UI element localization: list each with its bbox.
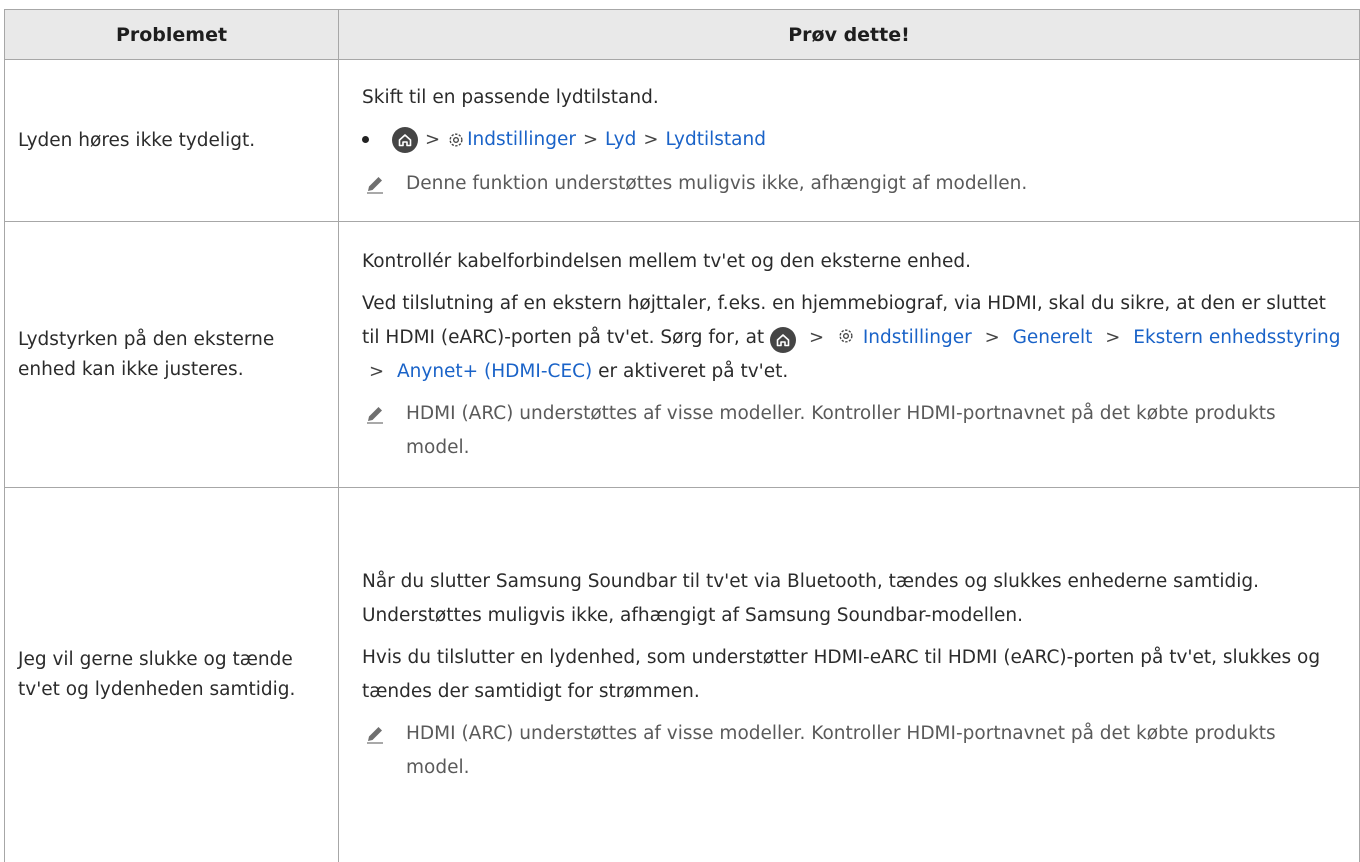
note-text: HDMI (ARC) understøttes af visse modelle… [406,402,1276,458]
solution-text: Kontrollér kabelforbindelsen mellem tv'e… [362,250,972,272]
gear-icon [839,328,853,343]
header-solution: Prøv dette! [338,9,1360,60]
note-text: HDMI (ARC) understøttes af visse modelle… [406,722,1276,778]
link-anynet[interactable]: Anynet+ (HDMI-CEC) [397,361,592,382]
path-separator: > [984,326,1000,348]
table-row: Lydstyrken på den eksterne enhed kan ikk… [4,221,1360,488]
link-indstillinger[interactable]: Indstillinger [863,327,972,348]
problem-cell: Lydstyrken på den eksterne enhed kan ikk… [4,221,339,488]
link-lyd[interactable]: Lyd [605,123,636,157]
note: Denne funktion understøttes muligvis ikk… [362,167,1345,201]
home-icon [392,126,418,153]
link-generelt[interactable]: Generelt [1013,327,1093,348]
path-separator: > [582,128,599,150]
pencil-icon [367,406,383,424]
link-lydtilstand[interactable]: Lydtilstand [665,123,766,157]
solution-text: Hvis du tilslutter en lydenhed, som unde… [362,646,1321,702]
sound-problems-table: Problemet Prøv dette! Lyden høres ikke t… [4,9,1360,862]
link-indstillinger[interactable]: Indstillinger [467,123,576,157]
solution-cell: Kontrollér kabelforbindelsen mellem tv'e… [338,221,1360,488]
problem-cell: Jeg vil gerne slukke og tænde tv'et og l… [4,487,339,862]
pencil-icon [367,726,383,744]
path-separator: > [369,360,385,382]
path-separator: > [808,326,825,348]
table-row: Jeg vil gerne slukke og tænde tv'et og l… [4,487,1360,862]
note: HDMI (ARC) understøttes af visse modelle… [362,397,1345,465]
problem-cell: Lyden høres ikke tydeligt. [4,59,339,222]
solution-text: Ved tilslutning af en ekstern højttaler,… [362,287,1345,389]
solution-text: Når du slutter Samsung Soundbar til tv'e… [362,570,1260,626]
path-separator: > [1105,326,1121,348]
bullet-dot [362,136,369,143]
path-separator: > [643,128,659,150]
home-icon [770,326,797,353]
pencil-icon [367,176,383,194]
table-row: Lyden høres ikke tydeligt. Skift til en … [4,59,1360,222]
link-ekstern-enhedsstyring[interactable]: Ekstern enhedsstyring [1133,327,1340,348]
solution-text: Skift til en passende lydtilstand. [362,86,659,108]
solution-text-part: er aktiveret på tv'et. [598,360,789,382]
note: HDMI (ARC) understøttes af visse modelle… [362,717,1345,785]
header-problem: Problemet [4,9,339,60]
gear-icon [449,132,463,147]
table-header-row: Problemet Prøv dette! [4,9,1360,60]
troubleshooting-table: Problemet Prøv dette! Lyden høres ikke t… [4,9,1360,862]
path-separator: > [425,128,441,150]
menu-path: > Indstillinger > Lyd > Lydtilstand [362,123,1345,157]
note-text: Denne funktion understøttes muligvis ikk… [406,172,1028,194]
solution-cell: Skift til en passende lydtilstand. > Ind… [338,59,1360,222]
solution-cell: Når du slutter Samsung Soundbar til tv'e… [338,487,1360,862]
